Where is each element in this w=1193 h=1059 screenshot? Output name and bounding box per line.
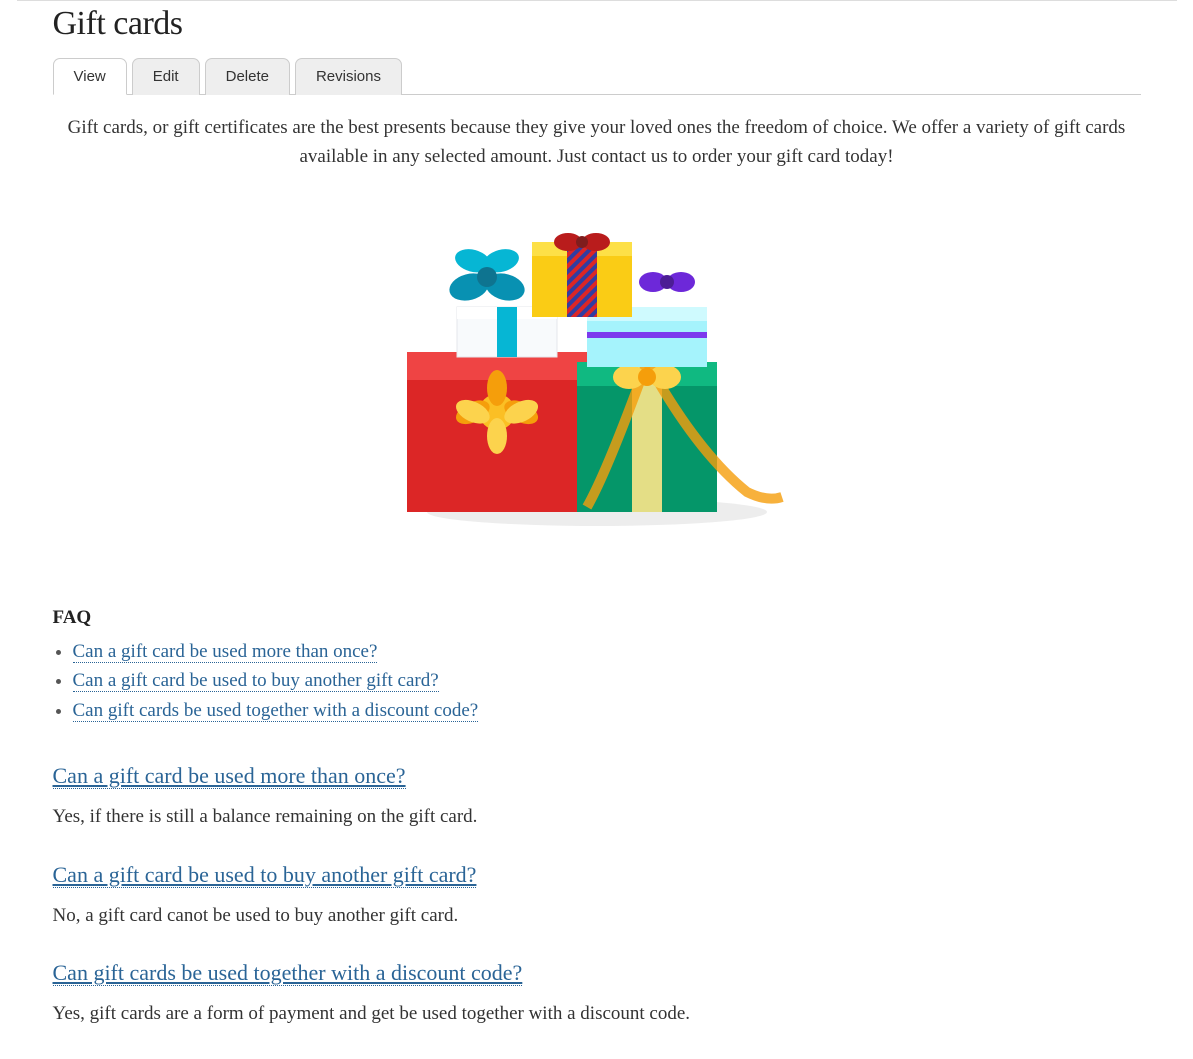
faq-answer: No, a gift card canot be used to buy ano… [53,902,1141,931]
intro-text: Gift cards, or gift certificates are the… [53,113,1141,172]
list-item: Can a gift card be used more than once? [73,637,1141,666]
faq-heading: FAQ [53,607,1141,629]
tab-label: Delete [226,68,269,85]
faq-item: Can a gift card be used to buy another g… [53,862,1141,931]
tab-edit[interactable]: Edit [132,58,200,95]
gift-boxes-image [387,212,807,532]
content-container: Gift cards View Edit Delete Revisions Gi… [17,0,1177,1029]
tab-delete[interactable]: Delete [205,58,290,95]
faq-answer: Yes, if there is still a balance remaini… [53,803,1141,832]
tab-label: View [74,68,106,85]
list-item: Can a gift card be used to buy another g… [73,666,1141,695]
faq-item: Can a gift card be used more than once? … [53,763,1141,832]
faq-item: Can gift cards be used together with a d… [53,960,1141,1029]
faq-link[interactable]: Can a gift card be used to buy another g… [73,670,439,692]
tab-label: Revisions [316,68,381,85]
faq-question-link[interactable]: Can gift cards be used together with a d… [53,960,523,986]
tab-label: Edit [153,68,179,85]
tab-view[interactable]: View [53,58,127,95]
tabs-bar: View Edit Delete Revisions [53,57,1141,95]
faq-link[interactable]: Can a gift card be used more than once? [73,641,378,663]
gift-image-wrapper [53,212,1141,537]
page-title: Gift cards [53,5,1141,43]
faq-question-link[interactable]: Can a gift card be used to buy another g… [53,862,477,888]
faq-answer: Yes, gift cards are a form of payment an… [53,1000,1141,1029]
list-item: Can gift cards be used together with a d… [73,696,1141,725]
faq-link-list: Can a gift card be used more than once? … [53,637,1141,725]
faq-question-link[interactable]: Can a gift card be used more than once? [53,763,406,789]
tab-revisions[interactable]: Revisions [295,58,402,95]
faq-link[interactable]: Can gift cards be used together with a d… [73,700,479,722]
